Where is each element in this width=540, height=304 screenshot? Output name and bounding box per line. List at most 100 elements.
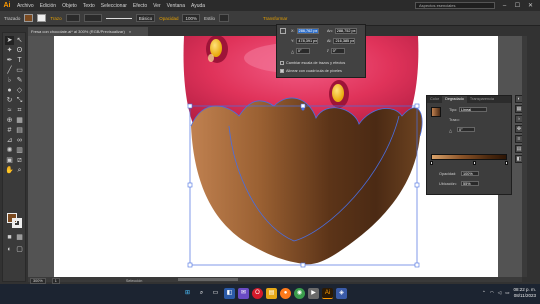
opacity-label[interactable]: Opacidad bbox=[159, 16, 178, 21]
location-field[interactable]: 55% bbox=[461, 181, 479, 186]
windows-start-icon[interactable]: ⊞ bbox=[182, 288, 193, 299]
stroke-color-box[interactable] bbox=[12, 218, 22, 228]
lasso-tool-icon[interactable]: ʘ bbox=[15, 46, 24, 55]
pencil-tool-icon[interactable]: ✎ bbox=[15, 76, 24, 85]
menu-seleccionar[interactable]: Seleccionar bbox=[98, 3, 130, 9]
maximize-icon[interactable]: ☐ bbox=[514, 2, 521, 9]
eyedropper-tool-icon[interactable]: ⊿ bbox=[5, 136, 14, 145]
gradient-stop-2[interactable] bbox=[473, 161, 476, 165]
stroke-swatch[interactable] bbox=[37, 14, 47, 22]
free-transform-tool-icon[interactable]: ⌗ bbox=[15, 106, 24, 115]
chat-icon[interactable]: ✉ bbox=[238, 288, 249, 299]
minimize-icon[interactable]: – bbox=[501, 3, 508, 9]
width-tool-icon[interactable]: ≈ bbox=[5, 106, 14, 115]
graph-tool-icon[interactable]: ▥ bbox=[15, 146, 24, 155]
stroke-preview bbox=[105, 17, 132, 19]
transform-link[interactable]: Transformar bbox=[263, 16, 287, 21]
menu-objeto[interactable]: Objeto bbox=[59, 3, 80, 9]
close-icon[interactable]: ✕ bbox=[527, 2, 534, 9]
brush-style-dropdown[interactable]: Básico bbox=[135, 14, 156, 22]
gradient-tool-icon[interactable]: ▤ bbox=[15, 126, 24, 135]
opacity-field[interactable]: 100% bbox=[461, 171, 479, 176]
stroke-weight-dropdown[interactable] bbox=[65, 14, 80, 22]
gradient-slider[interactable] bbox=[431, 154, 507, 160]
vertical-scrollbar[interactable] bbox=[522, 36, 527, 277]
menu-ver[interactable]: Ver bbox=[150, 3, 164, 9]
scale-strokes-checkbox[interactable] bbox=[280, 61, 284, 65]
align-pixel-checkbox[interactable] bbox=[280, 69, 284, 73]
mesh-tool-icon[interactable]: # bbox=[5, 126, 14, 135]
type-dropdown[interactable]: Lineal bbox=[459, 107, 487, 112]
symbol-sprayer-tool-icon[interactable]: ✺ bbox=[5, 146, 14, 155]
tray-chevron-icon[interactable]: ⌃ bbox=[482, 290, 486, 296]
rectangle-tool-icon[interactable]: ▭ bbox=[15, 66, 24, 75]
hand-tool-icon[interactable]: ✋ bbox=[5, 166, 14, 175]
y-field[interactable]: 478,391 px bbox=[296, 38, 319, 44]
menu-archivo[interactable]: Archivo bbox=[14, 3, 37, 9]
tab-degradado[interactable]: Degradado bbox=[442, 96, 467, 103]
width-field[interactable]: 288,752 px bbox=[334, 28, 357, 34]
x-field[interactable]: 286,762 px bbox=[296, 28, 319, 34]
direct-selection-tool-icon[interactable]: ↖ bbox=[15, 36, 24, 45]
close-tab-icon[interactable]: × bbox=[129, 29, 131, 34]
height-field[interactable]: 216,385 px bbox=[333, 38, 356, 44]
menu-edicion[interactable]: Edición bbox=[37, 3, 59, 9]
search-icon[interactable]: ⌕ bbox=[196, 288, 207, 299]
zoom-tool-icon[interactable]: ⌕ bbox=[15, 166, 24, 175]
rotate-field[interactable]: 0° bbox=[295, 48, 310, 54]
pen-tool-icon[interactable]: ✒ bbox=[5, 56, 14, 65]
opera-icon[interactable]: O bbox=[252, 288, 263, 299]
gradient-stop-1[interactable] bbox=[430, 161, 433, 165]
shear-field[interactable]: 0° bbox=[330, 48, 345, 54]
type-tool-icon[interactable]: T bbox=[15, 56, 24, 65]
widgets-icon[interactable]: ◧ bbox=[224, 288, 235, 299]
wifi-icon[interactable]: ◠ bbox=[490, 290, 494, 296]
paintbrush-tool-icon[interactable]: ♭ bbox=[5, 76, 14, 85]
scale-tool-icon[interactable]: ⤡ bbox=[15, 96, 24, 105]
line-tool-icon[interactable]: ╱ bbox=[5, 66, 14, 75]
perspective-grid-tool-icon[interactable]: ▦ bbox=[15, 116, 24, 125]
selection-tool-icon[interactable]: ➤ bbox=[5, 36, 14, 45]
clock[interactable]: 08:22 p. m. 08/11/2023 bbox=[513, 287, 536, 298]
seed bbox=[332, 84, 344, 102]
tab-color[interactable]: Color bbox=[427, 96, 442, 103]
menu-ayuda[interactable]: Ayuda bbox=[188, 3, 208, 9]
rotate-tool-icon[interactable]: ↻ bbox=[5, 96, 14, 105]
style-dropdown[interactable] bbox=[219, 14, 229, 22]
angle-field[interactable]: 0° bbox=[457, 127, 475, 132]
blend-tool-icon[interactable]: ∞ bbox=[15, 136, 24, 145]
menu-efecto[interactable]: Efecto bbox=[130, 3, 150, 9]
firefox-icon[interactable]: ● bbox=[280, 288, 291, 299]
opacity-field[interactable]: 100% bbox=[182, 14, 200, 22]
illustrator-taskbar-icon[interactable]: Ai bbox=[322, 288, 333, 299]
shape-builder-tool-icon[interactable]: ⊕ bbox=[5, 116, 14, 125]
eraser-tool-icon[interactable]: ◇ bbox=[15, 86, 24, 95]
slice-tool-icon[interactable]: ⧄ bbox=[15, 156, 24, 165]
menu-texto[interactable]: Texto bbox=[80, 3, 98, 9]
artboard-tool-icon[interactable]: ▣ bbox=[5, 156, 14, 165]
document-tab[interactable]: Fresa con chocolate.ai* al 300% (RGB/Pre… bbox=[28, 27, 148, 36]
volume-icon[interactable]: ◁ bbox=[498, 290, 501, 296]
gradient-mode-icon[interactable]: ▦ bbox=[15, 233, 24, 242]
task-view-icon[interactable]: ▭ bbox=[210, 288, 221, 299]
drawing-mode-icon[interactable]: ◐ bbox=[5, 245, 14, 254]
reference-point-icon[interactable] bbox=[280, 28, 286, 34]
screen-mode-icon[interactable]: ▢ bbox=[15, 245, 24, 254]
color-mode-icon[interactable]: ■ bbox=[5, 233, 14, 242]
tab-transparencia[interactable]: Transparencia bbox=[467, 96, 497, 103]
document-title: Fresa con chocolate.ai* al 300% (RGB/Pre… bbox=[31, 29, 125, 34]
media-icon[interactable]: ▶ bbox=[308, 288, 319, 299]
chrome-icon[interactable]: ◉ bbox=[294, 288, 305, 299]
app-icon[interactable]: ◈ bbox=[336, 288, 347, 299]
variable-width-dropdown[interactable] bbox=[83, 14, 102, 22]
file-explorer-icon[interactable]: ▤ bbox=[266, 288, 277, 299]
menu-ventana[interactable]: Ventana bbox=[164, 3, 188, 9]
stroke-label[interactable]: Trazo bbox=[50, 16, 61, 21]
battery-icon[interactable]: ▭ bbox=[505, 290, 509, 296]
gradient-preview-swatch[interactable] bbox=[431, 107, 441, 117]
gradient-stop-3[interactable] bbox=[505, 161, 508, 165]
blob-brush-tool-icon[interactable]: ● bbox=[5, 86, 14, 95]
magic-wand-tool-icon[interactable]: ✦ bbox=[5, 46, 14, 55]
fill-swatch[interactable] bbox=[24, 14, 34, 22]
workspace-switcher[interactable]: Aspectos esenciales bbox=[415, 2, 495, 9]
